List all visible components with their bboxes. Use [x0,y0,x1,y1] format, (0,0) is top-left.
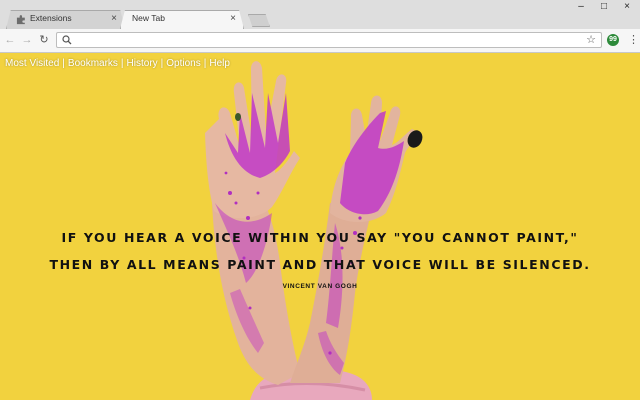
background-photo [0,53,640,400]
tab-close-icon[interactable]: × [230,13,236,25]
tab-extensions[interactable]: Extensions × [6,10,125,29]
minimize-button[interactable]: – [569,1,593,13]
menu-icon[interactable]: ⋮ [628,33,639,47]
back-arrow-icon[interactable]: ← [3,33,17,47]
tab-title: New Tab [132,13,165,23]
extension-quote-icon[interactable]: 99 [607,34,619,46]
nav-link-history[interactable]: History [127,58,158,69]
nav-link-options[interactable]: Options [166,58,200,69]
maximize-button[interactable]: □ [592,1,616,13]
nav-separator: | [160,58,164,69]
address-input[interactable] [75,34,575,46]
bookmark-star-icon[interactable]: ☆ [586,33,596,47]
browser-toolbar: ← → ↻ ☆ [0,29,640,53]
tab-close-icon[interactable]: × [111,13,117,25]
forward-arrow-icon[interactable]: → [20,33,34,47]
new-tab-page: Most Visited | Bookmarks | History | Options | H… [0,53,640,400]
nav-separator: | [203,58,207,69]
puzzle-icon [16,15,25,25]
tab-title: Extensions [30,13,72,23]
reload-icon[interactable]: ↻ [37,33,51,47]
nav-link-help[interactable]: Help [209,58,230,69]
address-bar[interactable]: ☆ [56,32,602,48]
search-icon [62,35,72,45]
quote-author: VINCENT VAN GOGH [282,283,358,290]
nav-separator: | [120,58,124,69]
quote-line-1: IF YOU HEAR A VOICE WITHIN YOU SAY "YOU … [61,230,579,245]
close-window-button[interactable]: × [615,1,639,13]
new-tab-button[interactable] [248,14,270,27]
nav-link-most-visited[interactable]: Most Visited [5,58,59,69]
quote-line-2: THEN BY ALL MEANS PAINT AND THAT VOICE W… [49,257,591,272]
nav-separator: | [62,58,65,69]
tab-strip: Extensions × New Tab × – □ × [0,0,640,29]
top-navigation: Most Visited | Bookmarks | History | Options | H… [5,58,230,69]
nav-link-bookmarks[interactable]: Bookmarks [68,58,118,69]
tab-new-tab[interactable]: New Tab × [120,10,244,29]
